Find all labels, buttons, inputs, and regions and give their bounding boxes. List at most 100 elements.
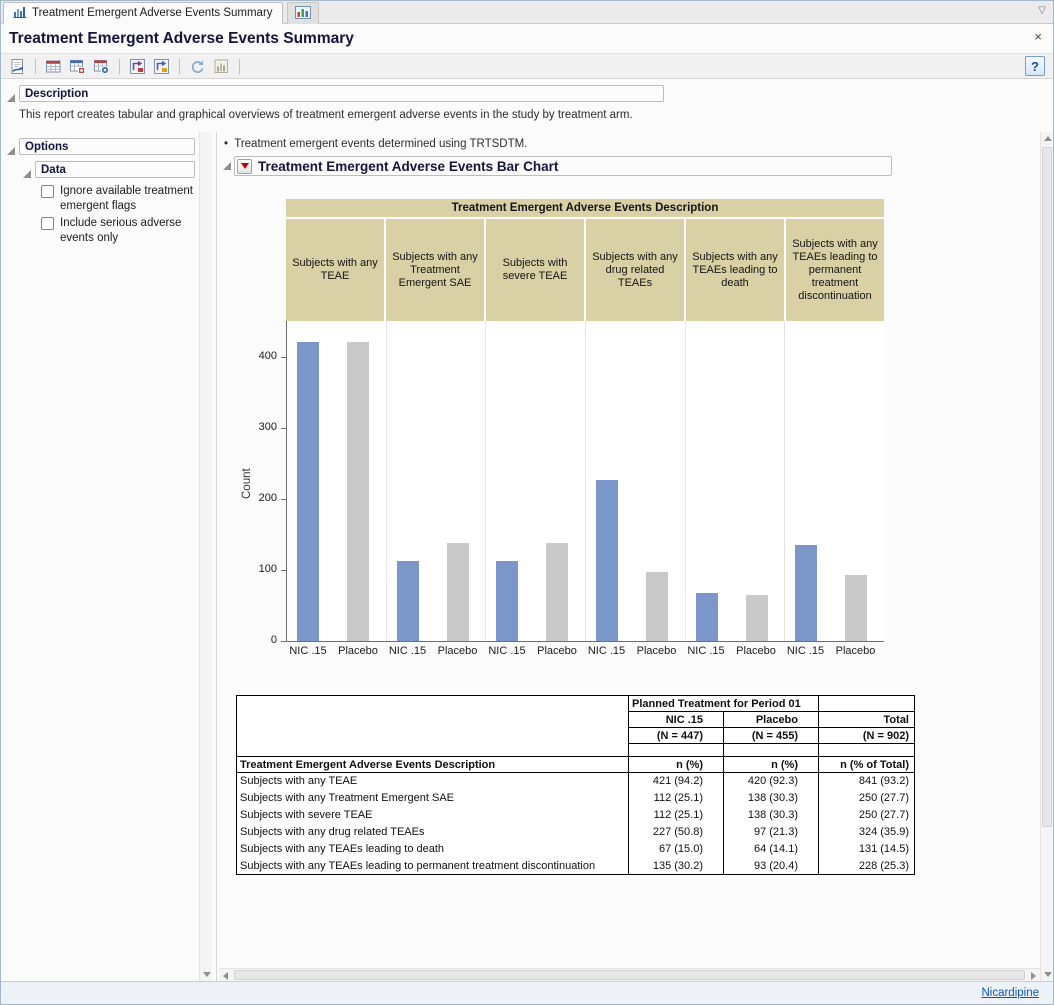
bar-nic15-0[interactable] (297, 342, 319, 641)
description-section: Description This report creates tabular … (1, 81, 1053, 132)
horizontal-scrollbar[interactable] (219, 968, 1040, 981)
table-n-placebo: (N = 455) (724, 728, 819, 744)
summary-table: Planned Treatment for Period 01 NIC .15 … (236, 695, 915, 875)
table-stat-header: n (%) (629, 757, 724, 773)
bar-placebo-5[interactable] (845, 575, 867, 641)
bar-chart: Count Treatment Emergent Adverse Events … (219, 199, 899, 667)
relaunch-options-icon[interactable] (151, 56, 172, 77)
new-data-table-icon[interactable] (43, 56, 64, 77)
help-icon[interactable]: ? (1025, 56, 1045, 76)
toolbar-separator (179, 59, 180, 74)
checkbox-row-serious-only: Include serious adverse events only (41, 216, 199, 246)
x-tick-label: Placebo (736, 645, 776, 657)
vertical-scroll-thumb[interactable] (1042, 147, 1052, 827)
x-tick-label: NIC .15 (389, 645, 426, 657)
sidebar-scroll-down-icon[interactable] (200, 968, 213, 981)
tab-strip: Treatment Emergent Adverse Events Summar… (1, 1, 1053, 24)
refresh-icon[interactable] (187, 56, 208, 77)
y-tick-mark (281, 499, 286, 500)
bar-nic15-4[interactable] (696, 593, 718, 641)
y-tick-mark (281, 570, 286, 571)
chart-category-header: Subjects with severe TEAE (484, 219, 584, 321)
bar-placebo-4[interactable] (746, 595, 768, 641)
options-header[interactable]: Options (19, 138, 195, 155)
study-link[interactable]: Nicardipine (981, 987, 1039, 999)
x-label-group: NIC .15 Placebo (387, 642, 487, 662)
table-col-header-placebo: Placebo (724, 712, 819, 728)
bar-placebo-2[interactable] (546, 543, 568, 641)
y-tick-mark (281, 428, 286, 429)
disclosure-triangle-description[interactable] (7, 94, 15, 102)
table-row: Subjects with any Treatment Emergent SAE… (237, 790, 915, 807)
checkbox-row-ignore-flags: Ignore available treatment emergent flag… (41, 184, 199, 214)
vertical-scrollbar[interactable] (1040, 132, 1053, 981)
description-header[interactable]: Description (19, 85, 664, 102)
y-tick-label: 100 (219, 563, 277, 575)
graph-tab-icon (295, 6, 311, 22)
chart-group (785, 321, 884, 641)
x-tick-label: NIC .15 (687, 645, 724, 657)
checkbox-label: Ignore available treatment emergent flag… (60, 184, 199, 214)
table-n-nic: (N = 447) (629, 728, 724, 744)
bar-chart-section-header[interactable]: Treatment Emergent Adverse Events Bar Ch… (234, 156, 892, 176)
chart-group (486, 321, 586, 641)
disclosure-triangle-bar-chart[interactable] (223, 162, 231, 170)
bar-placebo-0[interactable] (347, 342, 369, 641)
toolbar-separator (239, 59, 240, 74)
chart-group (686, 321, 786, 641)
x-tick-label: NIC .15 (588, 645, 625, 657)
close-icon[interactable]: × (1034, 29, 1042, 44)
tab-teae-summary[interactable]: Treatment Emergent Adverse Events Summar… (3, 2, 283, 24)
horizontal-scroll-thumb[interactable] (234, 970, 1025, 980)
scroll-down-icon[interactable] (1041, 968, 1054, 981)
sidebar-scrollbar[interactable] (199, 132, 212, 981)
bar-nic15-2[interactable] (496, 561, 518, 641)
table-row: Subjects with any drug related TEAEs227 … (237, 824, 915, 841)
y-tick-mark (281, 357, 286, 358)
data-table-view-icon[interactable] (91, 56, 112, 77)
tab-graph[interactable] (287, 2, 319, 24)
chart-x-labels: NIC .15 Placebo NIC .15 Placebo NIC .15 Place… (287, 642, 884, 662)
table-group-header: Planned Treatment for Period 01 (629, 696, 819, 712)
table-row: Subjects with severe TEAE112 (25.1)138 (… (237, 807, 915, 824)
y-tick-label: 200 (219, 492, 277, 504)
data-table-add-icon[interactable] (67, 56, 88, 77)
chart-category-header: Subjects with any TEAE (286, 219, 384, 321)
panel-splitter[interactable] (216, 132, 217, 981)
bar-nic15-5[interactable] (795, 545, 817, 641)
report-body: Options Data Ignore available treatment … (1, 132, 1053, 981)
chart-category-header: Subjects with any drug related TEAEs (584, 219, 684, 321)
x-tick-label: NIC .15 (289, 645, 326, 657)
table-row: Subjects with any TEAEs leading to perma… (237, 858, 915, 875)
x-tick-label: Placebo (438, 645, 478, 657)
bar-chart-icon (13, 6, 27, 21)
x-tick-label: Placebo (338, 645, 378, 657)
disclosure-triangle-options[interactable] (7, 147, 15, 155)
ignore-flags-checkbox[interactable] (41, 185, 54, 198)
graph-builder-icon[interactable] (211, 56, 232, 77)
bar-nic15-3[interactable] (596, 480, 618, 641)
scroll-up-icon[interactable] (1041, 132, 1054, 145)
bullet-icon: • (224, 138, 228, 150)
bar-placebo-3[interactable] (646, 572, 668, 641)
toolbar: ? (1, 53, 1053, 79)
table-desc-header: Treatment Emergent Adverse Events Descri… (237, 757, 629, 773)
chart-group (586, 321, 686, 641)
chart-main: Treatment Emergent Adverse Events Descri… (286, 199, 884, 662)
description-text: This report creates tabular and graphica… (19, 109, 633, 121)
checkbox-label: Include serious adverse events only (60, 216, 199, 246)
data-header[interactable]: Data (35, 161, 195, 178)
chart-title: Treatment Emergent Adverse Events Descri… (286, 199, 884, 217)
bar-placebo-1[interactable] (447, 543, 469, 641)
x-label-group: NIC .15Placebo (486, 642, 586, 662)
table-col-header-nic: NIC .15 (629, 712, 724, 728)
tab-list-dropdown-icon[interactable]: ▽ (1038, 6, 1046, 16)
red-triangle-menu-icon[interactable] (237, 159, 252, 174)
bar-nic15-1[interactable] (397, 561, 419, 641)
table-n-total: (N = 902) (819, 728, 915, 744)
relaunch-dialog-icon[interactable] (127, 56, 148, 77)
serious-only-checkbox[interactable] (41, 217, 54, 230)
x-tick-label: Placebo (637, 645, 677, 657)
save-report-icon[interactable] (7, 56, 28, 77)
disclosure-triangle-data[interactable] (23, 170, 31, 178)
